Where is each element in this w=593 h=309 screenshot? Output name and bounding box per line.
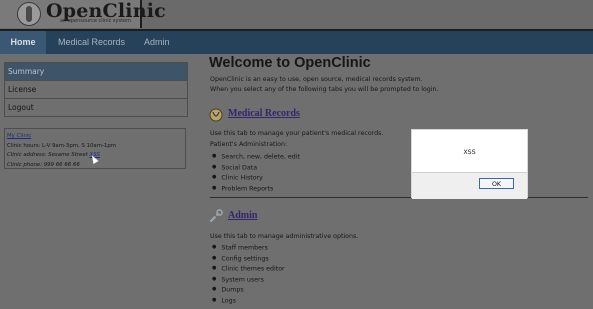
tab-medical-records[interactable]: Medical Records xyxy=(58,31,125,54)
alert-dialog: XSS OK xyxy=(411,129,528,199)
medical-records-subtitle: Patient's Administration: xyxy=(210,141,288,148)
logo-emblem-icon xyxy=(17,2,41,26)
logo[interactable]: OpenClinic an opensource clinic system xyxy=(0,0,166,28)
section-divider xyxy=(210,197,588,198)
logo-tagline: an opensource clinic system xyxy=(60,18,131,24)
alert-message: XSS xyxy=(463,149,476,156)
clinic-hours: Clinic hours: L-V 9am-3pm, S 10am-1pm xyxy=(7,142,117,149)
alert-button-bar: OK xyxy=(412,172,527,199)
admin-desc: Use this tab to manage administrative op… xyxy=(210,233,359,240)
medical-records-link[interactable]: Medical Records xyxy=(228,108,300,119)
wrench-icon xyxy=(209,209,223,223)
page-title: Welcome to OpenClinic xyxy=(209,55,371,71)
admin-link[interactable]: Admin xyxy=(228,210,257,221)
main-nav: Home Medical Records Admin xyxy=(0,31,593,54)
medical-records-desc: Use this tab to manage your patient's me… xyxy=(210,130,384,137)
tab-home[interactable]: Home xyxy=(0,31,46,54)
list-item: Staff members xyxy=(212,242,285,253)
list-item: Search, new, delete, edit xyxy=(212,151,300,162)
list-item: Problem Reports xyxy=(212,183,300,194)
list-item: Dumps xyxy=(212,284,285,295)
list-item: Clinic History xyxy=(212,172,300,183)
sidebar-item-summary[interactable]: Summary xyxy=(4,62,188,81)
medical-features-list: Search, new, delete, edit Social Data Cl… xyxy=(212,151,300,193)
stethoscope-icon xyxy=(209,108,223,122)
clinic-address-label: Clinic address: Sesame Street xyxy=(7,152,90,158)
ok-button[interactable]: OK xyxy=(479,178,514,189)
clinic-name-link[interactable]: My Clinic xyxy=(7,133,31,139)
list-item: Config settings xyxy=(212,253,285,264)
sidebar-item-logout[interactable]: Logout xyxy=(4,99,188,117)
intro-line-2: When you select any of the following tab… xyxy=(210,86,439,93)
sidebar: Summary License Logout xyxy=(4,62,188,117)
list-item: System users xyxy=(212,274,285,285)
sidebar-item-license[interactable]: License xyxy=(4,81,188,99)
tab-admin[interactable]: Admin xyxy=(144,31,170,54)
list-item: Logs xyxy=(212,295,285,306)
admin-features-list: Staff members Config settings Clinic the… xyxy=(212,242,285,306)
list-item: Social Data xyxy=(212,162,300,173)
intro-line-1: OpenClinic is an easy to use, open sourc… xyxy=(210,76,423,83)
header: OpenClinic an opensource clinic system xyxy=(0,0,593,31)
list-item: Clinic themes editor xyxy=(212,263,284,274)
